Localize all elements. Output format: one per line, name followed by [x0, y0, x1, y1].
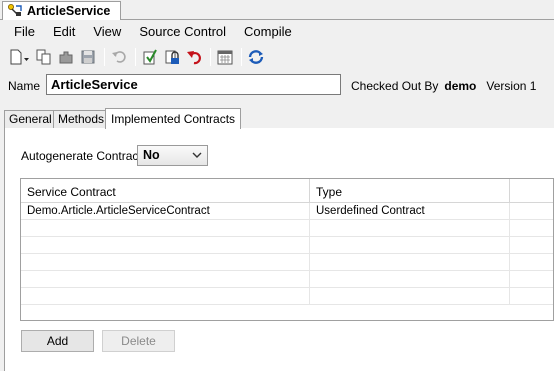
cell-service-contract: [21, 271, 310, 287]
new-document-icon[interactable]: [8, 47, 32, 67]
table-row[interactable]: [21, 220, 553, 237]
chevron-down-icon: [192, 149, 202, 164]
document-tab-strip: ArticleService: [0, 0, 554, 20]
cell-type: [310, 220, 510, 236]
table-row[interactable]: [21, 288, 553, 305]
menu-bar: File Edit View Source Control Compile: [0, 21, 554, 43]
menu-edit[interactable]: Edit: [44, 22, 84, 42]
document-tab-label: ArticleService: [27, 4, 111, 18]
column-header-service-contract[interactable]: Service Contract: [21, 179, 310, 202]
contracts-grid: Service Contract Type Demo.Article.Artic…: [20, 178, 554, 321]
autogenerate-value: No: [143, 148, 160, 162]
menu-compile[interactable]: Compile: [235, 22, 301, 42]
checked-out-by-label: Checked Out By: [351, 79, 439, 93]
toolbar: [0, 43, 554, 71]
lock-icon[interactable]: [162, 47, 182, 67]
tab-implemented-contracts[interactable]: Implemented Contracts: [105, 108, 242, 129]
checked-out-user: demo: [444, 79, 477, 93]
cell-type: [310, 237, 510, 253]
cell-extra: [510, 203, 553, 219]
cell-extra: [510, 288, 553, 304]
table-row[interactable]: [21, 271, 553, 288]
cell-type: [310, 271, 510, 287]
name-input[interactable]: ArticleService: [46, 74, 341, 95]
menu-source-control[interactable]: Source Control: [130, 22, 235, 42]
cell-type: [310, 254, 510, 270]
compile-icon[interactable]: [246, 47, 266, 67]
cell-service-contract: Demo.Article.ArticleServiceContract: [21, 203, 310, 219]
toolbar-separator: [135, 48, 136, 66]
tab-methods[interactable]: Methods: [53, 110, 110, 129]
autogenerate-select[interactable]: No: [137, 145, 208, 166]
check-in-icon[interactable]: [140, 47, 160, 67]
undo-checkout-icon[interactable]: [184, 47, 204, 67]
toolbar-separator: [241, 48, 242, 66]
table-row[interactable]: Demo.Article.ArticleServiceContract User…: [21, 203, 553, 220]
add-button[interactable]: Add: [21, 330, 94, 352]
name-label: Name: [8, 79, 41, 93]
cell-extra: [510, 220, 553, 236]
cell-extra: [510, 254, 553, 270]
document-tab-articleservice[interactable]: ArticleService: [2, 1, 121, 20]
autogenerate-label: Autogenerate Contract: [21, 149, 142, 163]
cell-service-contract: [21, 220, 310, 236]
cell-extra: [510, 271, 553, 287]
cell-type: Userdefined Contract: [310, 203, 510, 219]
cell-service-contract: [21, 288, 310, 304]
toolbar-separator: [104, 48, 105, 66]
cell-service-contract: [21, 237, 310, 253]
undo-icon[interactable]: [109, 47, 129, 67]
column-header-empty: [510, 179, 553, 202]
table-row[interactable]: [21, 237, 553, 254]
calendar-icon[interactable]: [215, 47, 235, 67]
grid-header: Service Contract Type: [21, 179, 553, 203]
table-row[interactable]: [21, 254, 553, 271]
column-header-type[interactable]: Type: [310, 179, 510, 202]
cell-type: [310, 288, 510, 304]
save-icon[interactable]: [78, 47, 98, 67]
cell-service-contract: [21, 254, 310, 270]
service-icon: [7, 3, 23, 20]
section-tabs: General Methods Implemented Contracts: [4, 108, 554, 129]
tab-general[interactable]: General: [4, 110, 57, 129]
menu-view[interactable]: View: [84, 22, 130, 42]
copy-icon[interactable]: [34, 47, 54, 67]
checkout-info: Checked Out By demo Version 1: [351, 79, 536, 93]
delete-button[interactable]: Delete: [102, 330, 175, 352]
version-label: Version 1: [486, 79, 537, 93]
plugin-icon[interactable]: [56, 47, 76, 67]
menu-file[interactable]: File: [5, 22, 44, 42]
cell-extra: [510, 237, 553, 253]
toolbar-separator: [210, 48, 211, 66]
